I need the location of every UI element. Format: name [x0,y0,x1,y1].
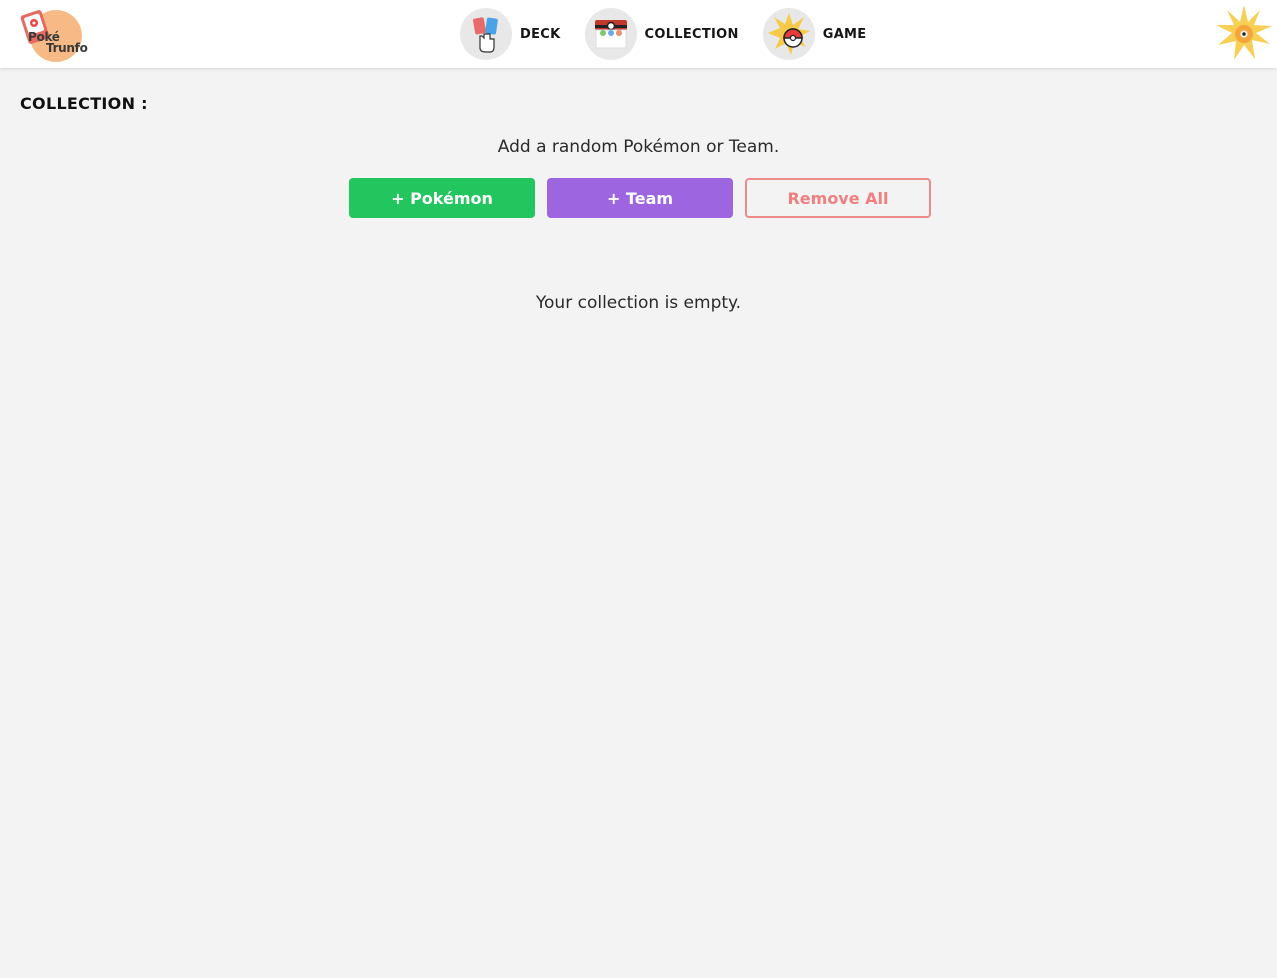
nav-item-collection[interactable]: COLLECTION [584,8,739,60]
page-title: COLLECTION : [20,94,148,113]
main-nav: DECK COLLECTION GAME [460,8,866,60]
collection-instructions: Add a random Pokémon or Team. [497,137,780,157]
nav-label-deck: DECK [520,26,561,42]
pokeball-box-icon [584,8,637,60]
add-team-button[interactable]: + Team [547,178,733,218]
sun-icon[interactable] [1215,4,1273,62]
logo-text-line2: Trunfo [46,41,88,55]
add-pokemon-button[interactable]: + Pokémon [349,178,535,218]
nav-label-collection: COLLECTION [644,26,739,42]
nav-label-game: GAME [822,26,867,42]
top-navbar: Poké Trunfo DECK COLLECTION GAME [0,0,1277,68]
pokeball-burst-icon [762,8,815,60]
nav-item-game[interactable]: GAME [762,8,867,60]
empty-collection-message: Your collection is empty. [535,293,742,313]
cards-hand-icon [460,8,512,60]
remove-all-button[interactable]: Remove All [745,178,931,218]
poketrunfo-logo[interactable]: Poké Trunfo [18,8,94,62]
nav-item-deck[interactable]: DECK [460,8,561,60]
